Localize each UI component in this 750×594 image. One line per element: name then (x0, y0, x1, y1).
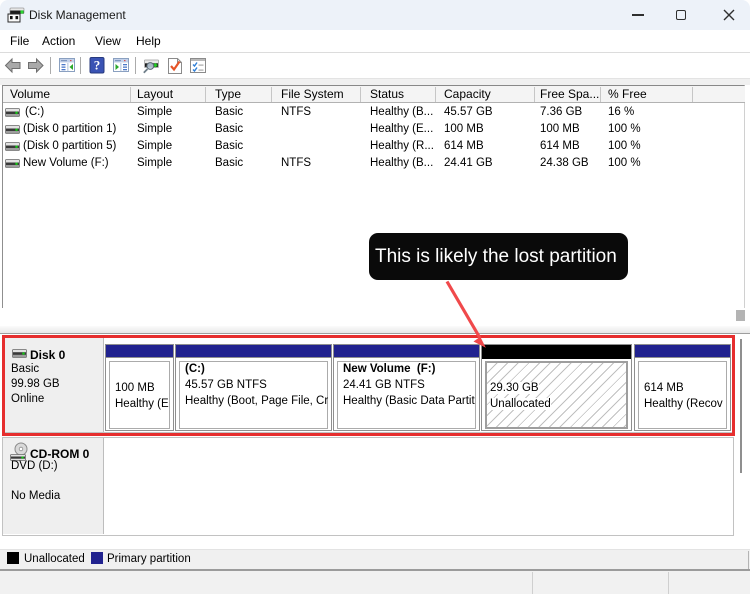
svg-text:?: ? (94, 58, 101, 73)
